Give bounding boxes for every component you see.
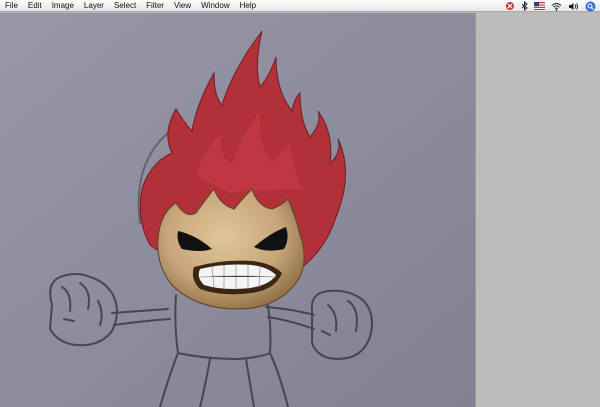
menu-view[interactable]: View xyxy=(174,0,191,12)
volume-icon[interactable] xyxy=(568,0,579,12)
us-flag-icon[interactable] xyxy=(534,0,545,12)
menu-extras xyxy=(499,0,596,12)
menu-file[interactable]: File xyxy=(5,0,18,12)
menu-edit[interactable]: Edit xyxy=(28,0,42,12)
sketch-artwork xyxy=(0,13,475,407)
menu-bar: File Edit Image Layer Select Filter View… xyxy=(0,0,600,12)
menu-image[interactable]: Image xyxy=(52,0,74,12)
wifi-icon[interactable] xyxy=(551,0,562,12)
menu-layer[interactable]: Layer xyxy=(84,0,104,12)
document-canvas[interactable] xyxy=(0,13,476,407)
menu-help[interactable]: Help xyxy=(240,0,256,12)
workspace-background xyxy=(476,13,600,407)
bluetooth-icon[interactable] xyxy=(521,0,528,12)
menu-window[interactable]: Window xyxy=(201,0,229,12)
spotlight-icon[interactable] xyxy=(585,0,596,12)
menu-items: File Edit Image Layer Select Filter View… xyxy=(0,0,266,12)
script-icon[interactable] xyxy=(505,0,515,12)
menu-select[interactable]: Select xyxy=(114,0,136,12)
menu-filter[interactable]: Filter xyxy=(146,0,164,12)
